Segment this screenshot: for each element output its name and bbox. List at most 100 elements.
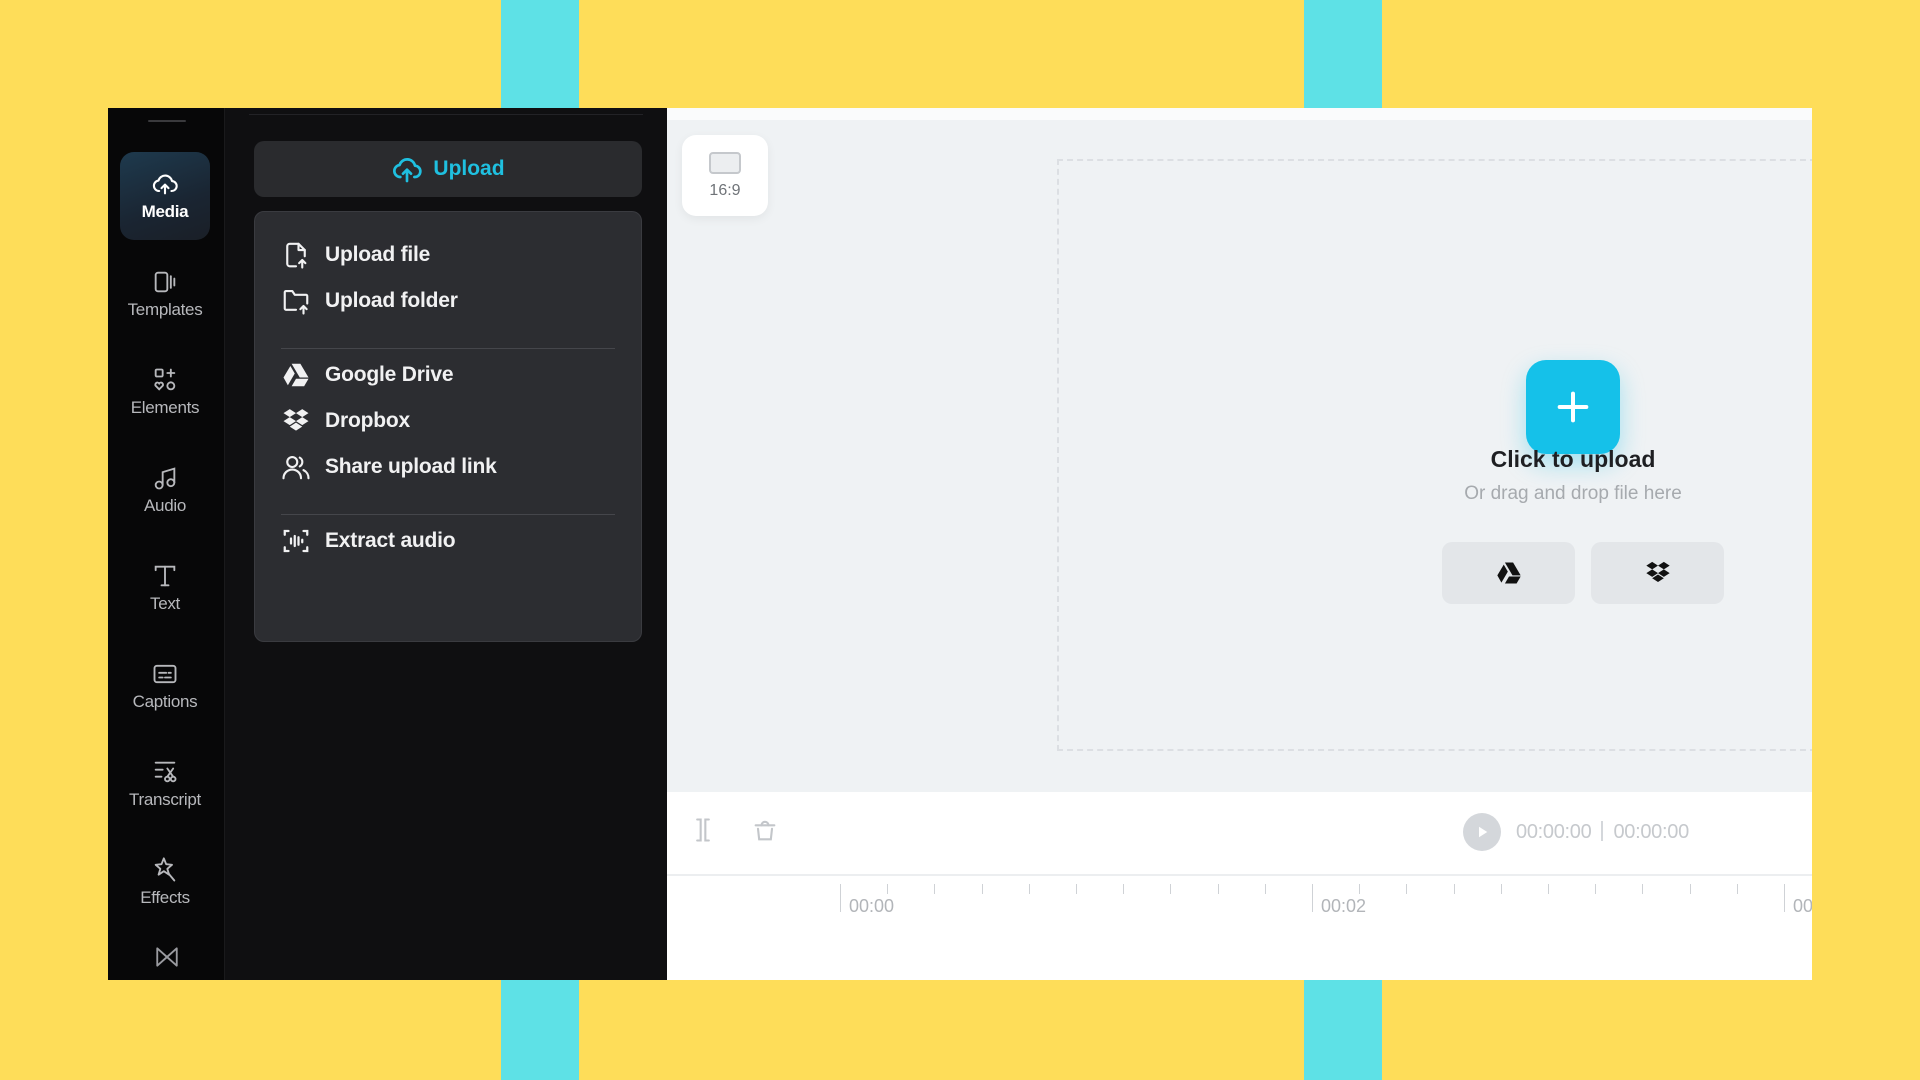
cloud-upload-icon	[393, 158, 423, 183]
ruler-tick	[1028, 884, 1030, 894]
menu-item-upload-file[interactable]: Upload file	[281, 232, 621, 278]
menu-item-label: Share upload link	[325, 455, 497, 478]
editor-window: Media Templates Elements Audio Text Capt…	[108, 108, 1812, 980]
menu-item-label: Upload file	[325, 243, 431, 266]
ruler-label: 00:00	[849, 896, 895, 916]
sidebar-item-audio[interactable]: Audio	[120, 446, 210, 534]
ruler-tick	[1595, 884, 1597, 894]
sidebar-item-transitions[interactable]	[152, 944, 182, 970]
panel-divider	[249, 114, 643, 115]
upload-dropdown-menu: Upload file Upload folder Google Drive D…	[254, 211, 642, 642]
ruler-tick	[1689, 884, 1691, 894]
aspect-ratio-button[interactable]: 16:9	[682, 135, 768, 216]
sidebar-item-transcript[interactable]: Transcript	[120, 740, 210, 828]
ruler-tick	[934, 884, 936, 894]
sidebar-item-label: Text	[150, 594, 180, 613]
menu-item-upload-folder[interactable]: Upload folder	[281, 278, 621, 324]
upload-button-label: Upload	[433, 157, 505, 180]
delete-button[interactable]	[751, 816, 779, 844]
extract-audio-icon	[283, 529, 309, 553]
file-upload-icon	[286, 242, 307, 269]
ruler-tick	[1642, 884, 1644, 894]
users-icon	[282, 455, 310, 480]
menu-separator	[281, 514, 615, 515]
ruler-tick	[1123, 884, 1125, 894]
sidebar-item-elements[interactable]: Elements	[120, 348, 210, 436]
dropbox-icon	[283, 409, 309, 431]
sidebar-item-templates[interactable]: Templates	[120, 250, 210, 338]
transcript-icon	[154, 761, 177, 783]
ruler-major-tick	[840, 884, 841, 912]
playback-time: 00:00:00 00:00:00	[1516, 821, 1689, 844]
sidebar-item-label: Elements	[130, 398, 200, 417]
trash-icon	[754, 820, 776, 841]
timeline-toolbar: 00:00:00 00:00:00	[667, 792, 1812, 876]
menu-item-share-upload-link[interactable]: Share upload link	[281, 444, 621, 490]
ruler-tick	[1264, 884, 1266, 894]
sidebar-handle	[148, 120, 186, 122]
ruler-major-tick	[1312, 884, 1313, 912]
music-note-icon	[154, 467, 176, 490]
ruler-tick	[1548, 884, 1549, 894]
aspect-ratio-label: 16:9	[709, 181, 741, 199]
ruler-tick	[1453, 884, 1455, 894]
upload-button[interactable]: Upload	[254, 141, 642, 197]
total-time: 00:00:00	[1613, 821, 1689, 843]
templates-icon	[154, 271, 176, 293]
sidebar-item-label: Transcript	[129, 790, 201, 809]
canvas-area: 16:9 Click to upload Or drag and drop fi…	[667, 108, 1812, 792]
upload-dropzone[interactable]: Click to upload Or drag and drop file he…	[1057, 159, 1812, 751]
plus-icon	[1557, 391, 1589, 423]
ruler-tick	[1076, 884, 1077, 894]
sidebar-item-label: Captions	[132, 692, 198, 711]
sidebar-item-effects[interactable]: Effects	[120, 838, 210, 926]
elements-icon	[154, 368, 176, 391]
ruler-major-tick	[1784, 884, 1785, 912]
sidebar-item-text[interactable]: Text	[120, 544, 210, 632]
add-media-button[interactable]	[1526, 360, 1620, 454]
sidebar-item-captions[interactable]: Captions	[120, 642, 210, 730]
ruler-tick	[1217, 884, 1219, 894]
aspect-ratio-icon	[709, 151, 741, 174]
timeline-ruler[interactable]: 00:00 00:02 00	[667, 878, 1812, 980]
media-panel: Upload Upload file Upload folder Google …	[225, 108, 667, 980]
sidebar-item-label: Templates	[127, 300, 203, 319]
text-icon	[154, 565, 176, 587]
cloud-upload-icon	[152, 174, 178, 195]
dropzone-subtitle: Or drag and drop file here	[1464, 483, 1682, 504]
google-drive-icon	[283, 363, 309, 387]
ruler-tick	[1500, 884, 1502, 894]
dropbox-icon	[1645, 561, 1670, 582]
ruler-tick	[981, 884, 983, 894]
menu-item-google-drive[interactable]: Google Drive	[281, 352, 621, 398]
time-separator	[1601, 821, 1604, 841]
canvas-top-bar	[667, 108, 1812, 120]
menu-separator	[281, 348, 615, 349]
menu-item-label: Google Drive	[325, 363, 454, 386]
sidebar-item-media[interactable]: Media	[120, 152, 210, 240]
dropzone-title: Click to upload	[1490, 446, 1656, 472]
ruler-tick	[1170, 884, 1172, 894]
split-button[interactable]	[689, 816, 717, 844]
menu-item-extract-audio[interactable]: Extract audio	[281, 518, 621, 564]
sidebar-item-label: Media	[141, 202, 189, 221]
current-time: 00:00:00	[1516, 821, 1592, 843]
ruler-tick	[887, 884, 889, 894]
sidebar-item-label: Audio	[144, 496, 186, 515]
sidebar-item-label: Effects	[140, 888, 190, 907]
play-icon	[1479, 826, 1488, 838]
menu-item-label: Extract audio	[325, 529, 456, 552]
effects-icon	[154, 857, 176, 882]
menu-item-label: Dropbox	[325, 409, 410, 432]
dropbox-button[interactable]	[1591, 542, 1724, 604]
transitions-icon	[156, 947, 178, 967]
google-drive-button[interactable]	[1442, 542, 1575, 604]
split-icon	[696, 818, 710, 842]
ruler-label: 00:02	[1321, 896, 1367, 916]
sidebar: Media Templates Elements Audio Text Capt…	[108, 108, 225, 980]
ruler-tick	[1406, 884, 1408, 894]
menu-item-label: Upload folder	[325, 289, 458, 312]
menu-item-dropbox[interactable]: Dropbox	[281, 398, 621, 444]
play-button[interactable]	[1463, 813, 1501, 851]
ruler-label: 00	[1793, 896, 1812, 916]
